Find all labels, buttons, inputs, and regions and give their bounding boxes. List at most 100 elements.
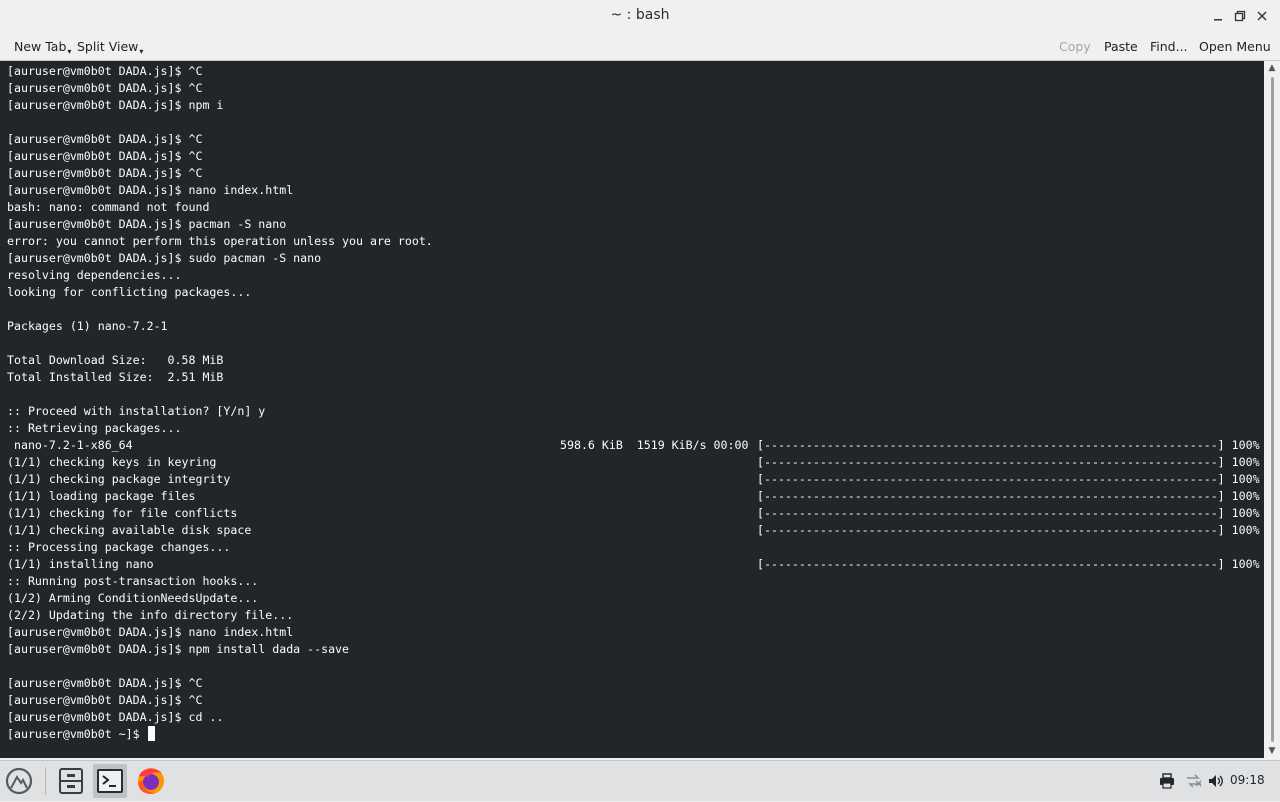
terminal-line-text: [auruser@vm0b0t DADA.js]$ nano index.htm…	[7, 625, 294, 639]
terminal-line-text: Total Installed Size: 2.51 MiB	[7, 370, 224, 384]
dropdown-arrow-icon: ▾	[67, 47, 72, 56]
terminal-line: [auruser@vm0b0t DADA.js]$ pacman -S nano	[7, 216, 1259, 233]
terminal-line-text: (1/1) checking for file conflicts	[7, 506, 238, 520]
terminal-line: [auruser@vm0b0t DADA.js]$ nano index.htm…	[7, 624, 1259, 641]
terminal-line-text: :: Proceed with installation? [Y/n] y	[7, 404, 266, 418]
terminal-line-text: [auruser@vm0b0t DADA.js]$ ^C	[7, 149, 203, 163]
terminal-line: [auruser@vm0b0t DADA.js]$ npm install da…	[7, 641, 1259, 658]
network-icon	[1187, 774, 1202, 788]
new-tab-button[interactable]: New Tab▾	[14, 39, 71, 56]
find-button[interactable]: Find...	[1150, 39, 1188, 54]
terminal-line-text: (1/1) checking keys in keyring	[7, 455, 217, 469]
terminal-line: [auruser@vm0b0t DADA.js]$ nano index.htm…	[7, 182, 1259, 199]
terminal-line-text: [auruser@vm0b0t DADA.js]$ ^C	[7, 676, 203, 690]
terminal-line: nano-7.2-1-x86_64 598.6 KiB 1519 KiB/s 00…	[7, 437, 1260, 454]
terminal-output[interactable]: [auruser@vm0b0t DADA.js]$ ^C [auruser@vm0…	[0, 61, 1264, 758]
paste-button[interactable]: Paste	[1104, 39, 1138, 54]
scroll-down-icon[interactable]: ▼	[1267, 746, 1277, 756]
terminal-line-text: error: you cannot perform this operation…	[7, 234, 433, 248]
terminal-line-text: [auruser@vm0b0t DADA.js]$ cd ..	[7, 710, 224, 724]
terminal-line-text: Packages (1) nano-7.2-1	[7, 319, 168, 333]
terminal-line: :: Retrieving packages...	[7, 420, 1259, 437]
network-button[interactable]	[1185, 772, 1203, 790]
terminal-line-text: [auruser@vm0b0t DADA.js]$ ^C	[7, 132, 203, 146]
file-manager-button[interactable]	[54, 764, 88, 798]
close-button[interactable]	[1254, 8, 1270, 24]
terminal-line-text: (1/1) installing nano	[7, 557, 154, 571]
terminal-line: [auruser@vm0b0t DADA.js]$ cd ..	[7, 709, 1259, 726]
terminal-line-text: nano-7.2-1-x86_64	[7, 438, 133, 452]
taskbar-separator	[45, 767, 46, 795]
open-menu-button[interactable]: Open Menu	[1199, 39, 1271, 54]
scroll-thumb[interactable]	[1271, 77, 1274, 742]
firefox-button[interactable]	[134, 764, 168, 798]
title-bar[interactable]: ~ : bash	[0, 0, 1280, 32]
clock[interactable]: 09:18	[1230, 773, 1265, 787]
scroll-up-icon[interactable]: ▲	[1267, 63, 1277, 73]
terminal-line: :: Running post-transaction hooks...	[7, 573, 1259, 590]
terminal-line: resolving dependencies...	[7, 267, 1259, 284]
maximize-button[interactable]	[1232, 8, 1248, 24]
terminal-line-text: [auruser@vm0b0t DADA.js]$ ^C	[7, 693, 203, 707]
split-view-label: Split View	[77, 39, 139, 54]
terminal-line: bash: nano: command not found	[7, 199, 1259, 216]
terminal-line: (1/1) checking keys in keyring [---------…	[7, 454, 1260, 471]
close-icon	[1257, 11, 1267, 21]
progress-bar-text: [---------------------------------------…	[757, 506, 1260, 520]
window-title: ~ : bash	[610, 7, 670, 23]
terminal-line: [auruser@vm0b0t DADA.js]$ ^C	[7, 148, 1259, 165]
terminal-line: Total Download Size: 0.58 MiB	[7, 352, 1259, 369]
terminal-line: (1/1) loading package files [------------…	[7, 488, 1260, 505]
terminal-line-text: [auruser@vm0b0t DADA.js]$ pacman -S nano	[7, 217, 287, 231]
terminal-lines: [auruser@vm0b0t DADA.js]$ ^C [auruser@vm0…	[7, 63, 1260, 743]
scroll-track[interactable]	[1268, 77, 1276, 742]
application-launcher-button[interactable]	[2, 764, 36, 798]
terminal-line: [auruser@vm0b0t DADA.js]$ ^C	[7, 165, 1259, 182]
progress-bar-text: [---------------------------------------…	[757, 489, 1260, 503]
terminal-line-text: [auruser@vm0b0t DADA.js]$ ^C	[7, 81, 203, 95]
terminal-line: (1/1) checking for file conflicts [------…	[7, 505, 1260, 522]
progress-bar-text: [---------------------------------------…	[757, 472, 1260, 486]
volume-button[interactable]	[1207, 772, 1225, 790]
split-view-button[interactable]: Split View▾	[77, 39, 143, 56]
toolbar: New Tab▾ Split View▾ Copy Paste Find... …	[0, 32, 1280, 61]
terminal-line: (1/1) checking package integrity [-------…	[7, 471, 1260, 488]
terminal-button[interactable]	[93, 764, 127, 798]
terminal-line-text: [auruser@vm0b0t DADA.js]$ ^C	[7, 64, 203, 78]
terminal-line-text: (1/1) loading package files	[7, 489, 196, 503]
terminal-line: [auruser@vm0b0t DADA.js]$ sudo pacman -S…	[7, 250, 1259, 267]
terminal-line-text: (1/2) Arming ConditionNeedsUpdate...	[7, 591, 259, 605]
terminal-line: (1/2) Arming ConditionNeedsUpdate...	[7, 590, 1259, 607]
terminal-line-text: Total Download Size: 0.58 MiB	[7, 353, 224, 367]
taskbar: 09:18	[0, 760, 1280, 801]
vertical-scrollbar[interactable]: ▲ ▼	[1264, 61, 1280, 758]
terminal-line: error: you cannot perform this operation…	[7, 233, 1259, 250]
minimize-button[interactable]	[1210, 8, 1226, 24]
terminal-line-text: [auruser@vm0b0t DADA.js]$ nano index.htm…	[7, 183, 294, 197]
terminal-line: :: Processing package changes...	[7, 539, 1259, 556]
terminal-line-text: [auruser@vm0b0t DADA.js]$ npm install da…	[7, 642, 350, 656]
terminal-line: [auruser@vm0b0t DADA.js]$ npm i	[7, 97, 1259, 114]
download-stats: 598.6 KiB 1519 KiB/s 00:00	[560, 438, 749, 452]
terminal-line-text: resolving dependencies...	[7, 268, 182, 282]
progress-bar-text: [---------------------------------------…	[757, 557, 1260, 571]
restore-icon	[1234, 10, 1246, 22]
printer-icon	[1160, 773, 1174, 789]
text-cursor	[147, 726, 155, 741]
terminal-line-text: [auruser@vm0b0t ~]$	[7, 727, 147, 741]
terminal-line-text: bash: nano: command not found	[7, 200, 210, 214]
progress-bar-text: [---------------------------------------…	[757, 438, 1260, 452]
volume-icon	[1209, 775, 1223, 787]
printer-button[interactable]	[1158, 772, 1176, 790]
terminal-line-text: looking for conflicting packages...	[7, 285, 252, 299]
terminal-line: [auruser@vm0b0t DADA.js]$ ^C	[7, 675, 1259, 692]
terminal-line-text: :: Processing package changes...	[7, 540, 231, 554]
progress-bar-text: [---------------------------------------…	[757, 455, 1260, 469]
terminal-line: [auruser@vm0b0t ~]$	[7, 726, 1259, 743]
terminal-line: [auruser@vm0b0t DADA.js]$ ^C	[7, 692, 1259, 709]
copy-button[interactable]: Copy	[1059, 39, 1091, 54]
terminal-line: [auruser@vm0b0t DADA.js]$ ^C	[7, 131, 1259, 148]
